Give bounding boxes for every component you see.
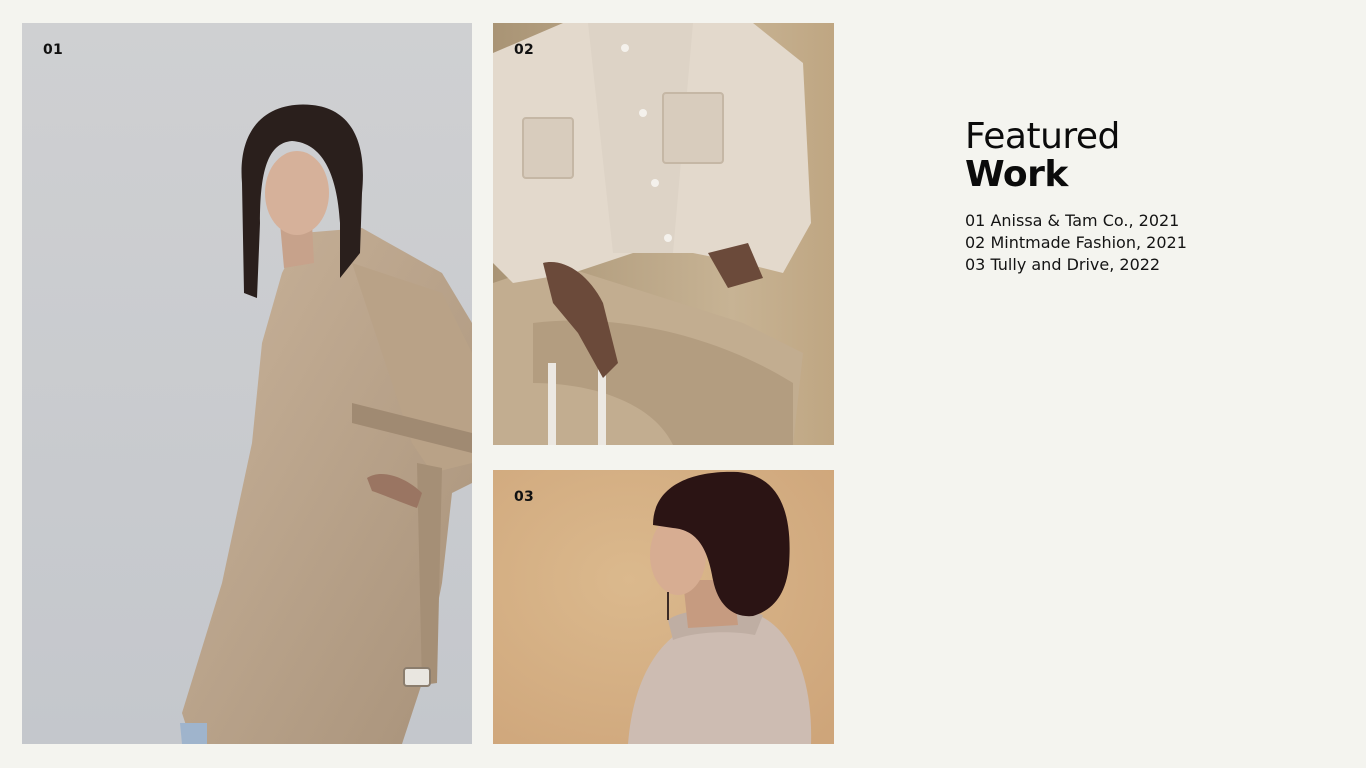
photo-knit-sweater: 03 (493, 470, 834, 744)
overshirt-illustration (493, 23, 834, 445)
photo-number-03: 03 (514, 489, 534, 505)
title-featured: Featured (965, 116, 1120, 157)
project-item-02: 02 Mintmade Fashion, 2021 (965, 233, 1187, 252)
photo-number-02: 02 (514, 42, 534, 58)
title-work: Work (965, 154, 1068, 195)
photo-number-01: 01 (43, 42, 63, 58)
project-list: 01 Anissa & Tam Co., 2021 02 Mintmade Fa… (965, 210, 1325, 276)
project-item-03: 03 Tully and Drive, 2022 (965, 255, 1161, 274)
featured-work-section: Featured Work 01 Anissa & Tam Co., 2021 … (965, 118, 1325, 276)
knit-sweater-illustration (493, 470, 834, 744)
photo-cream-overshirt: 02 (493, 23, 834, 445)
project-item-01: 01 Anissa & Tam Co., 2021 (965, 211, 1180, 230)
featured-work-title: Featured Work (965, 118, 1325, 194)
trench-coat-illustration (22, 23, 472, 744)
photo-trench-coat: 01 (22, 23, 472, 744)
